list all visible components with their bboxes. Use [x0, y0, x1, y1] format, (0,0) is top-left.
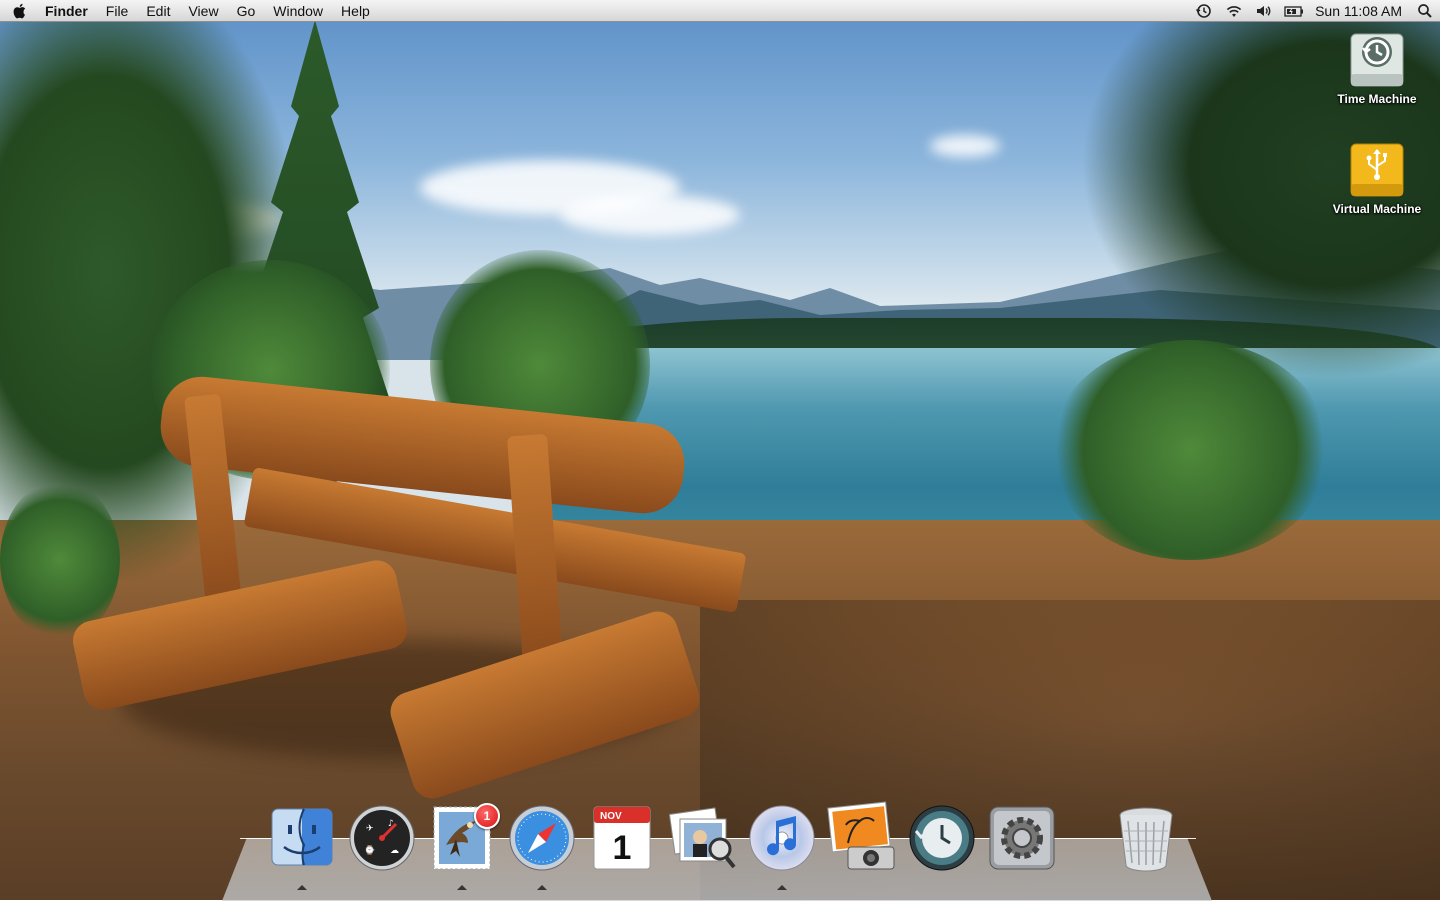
dock-item-ical[interactable]: NOV 1 — [586, 801, 658, 877]
wifi-menu[interactable] — [1219, 0, 1249, 22]
svg-text:☁: ☁ — [390, 846, 399, 856]
trash-icon — [1119, 807, 1173, 872]
menu-finder[interactable]: Finder — [38, 0, 97, 22]
svg-text:♪: ♪ — [388, 819, 394, 829]
ical-icon: NOV 1 — [593, 806, 651, 870]
time-machine-icon — [1196, 4, 1211, 18]
svg-text:✈: ✈ — [366, 824, 374, 834]
preview-icon — [668, 807, 736, 869]
system-preferences-icon — [989, 806, 1055, 870]
desktop-wallpaper — [0, 0, 1440, 900]
dock-item-safari[interactable] — [506, 801, 578, 877]
finder-icon — [271, 808, 333, 866]
cloud — [930, 135, 1000, 157]
mail-unread-badge: 1 — [474, 803, 500, 829]
menu-extras: Sun 11:08 AM — [1189, 0, 1440, 22]
ical-month: NOV — [600, 811, 622, 822]
spotlight-search-icon — [1418, 4, 1432, 18]
ical-day: 1 — [613, 829, 632, 867]
bush — [0, 480, 120, 640]
time-machine-icon — [909, 805, 975, 871]
dock-running-indicator — [297, 885, 307, 891]
spotlight-menu[interactable] — [1410, 0, 1440, 22]
menu-bar: Finder File Edit View Go Window Help Sun… — [0, 0, 1440, 22]
dock-item-mail[interactable]: 1 — [426, 801, 500, 877]
battery-menu[interactable] — [1279, 0, 1309, 22]
desktop-icon-label: Time Machine — [1337, 92, 1417, 106]
dock-item-trash[interactable] — [1110, 801, 1182, 877]
menu-window[interactable]: Window — [264, 0, 332, 22]
battery-icon — [1284, 6, 1304, 17]
desktop-icon-time-machine[interactable]: Time Machine — [1322, 30, 1432, 106]
apple-menu[interactable] — [0, 0, 38, 22]
dashboard-icon: ✈ ♪ ⌚ ☁ — [349, 805, 415, 871]
dock-running-indicator — [457, 885, 467, 891]
wifi-icon — [1226, 6, 1242, 17]
menu-file[interactable]: File — [97, 0, 138, 22]
dock-item-itunes[interactable] — [746, 801, 818, 877]
iphoto-icon — [827, 801, 895, 870]
menu-edit[interactable]: Edit — [137, 0, 179, 22]
cloud — [560, 195, 740, 235]
menu-clock[interactable]: Sun 11:08 AM — [1309, 0, 1410, 22]
svg-text:⌚: ⌚ — [364, 844, 375, 856]
menu-view[interactable]: View — [179, 0, 227, 22]
dock-item-time-machine[interactable] — [906, 801, 978, 877]
dock-item-preview[interactable] — [666, 801, 738, 877]
dock-running-indicator — [777, 885, 787, 891]
dock-item-dashboard[interactable]: ✈ ♪ ⌚ ☁ — [346, 801, 418, 877]
dock-item-finder[interactable] — [266, 801, 338, 877]
itunes-icon — [749, 805, 815, 871]
time-machine-drive-icon — [1349, 30, 1405, 90]
dock-item-system-preferences[interactable] — [986, 801, 1058, 877]
volume-menu[interactable] — [1249, 0, 1279, 22]
dock-running-indicator — [537, 885, 547, 891]
safari-icon — [509, 805, 575, 871]
usb-drive-icon — [1349, 140, 1405, 200]
menu-help[interactable]: Help — [332, 0, 379, 22]
apple-logo-icon — [13, 3, 26, 18]
volume-icon — [1257, 6, 1271, 16]
time-machine-menu[interactable] — [1189, 0, 1219, 22]
desktop-icon-label: Virtual Machine — [1332, 202, 1422, 216]
menu-go[interactable]: Go — [228, 0, 265, 22]
dock-item-iphoto[interactable] — [826, 801, 898, 877]
desktop-icon-virtual-machine[interactable]: Virtual Machine — [1322, 140, 1432, 216]
